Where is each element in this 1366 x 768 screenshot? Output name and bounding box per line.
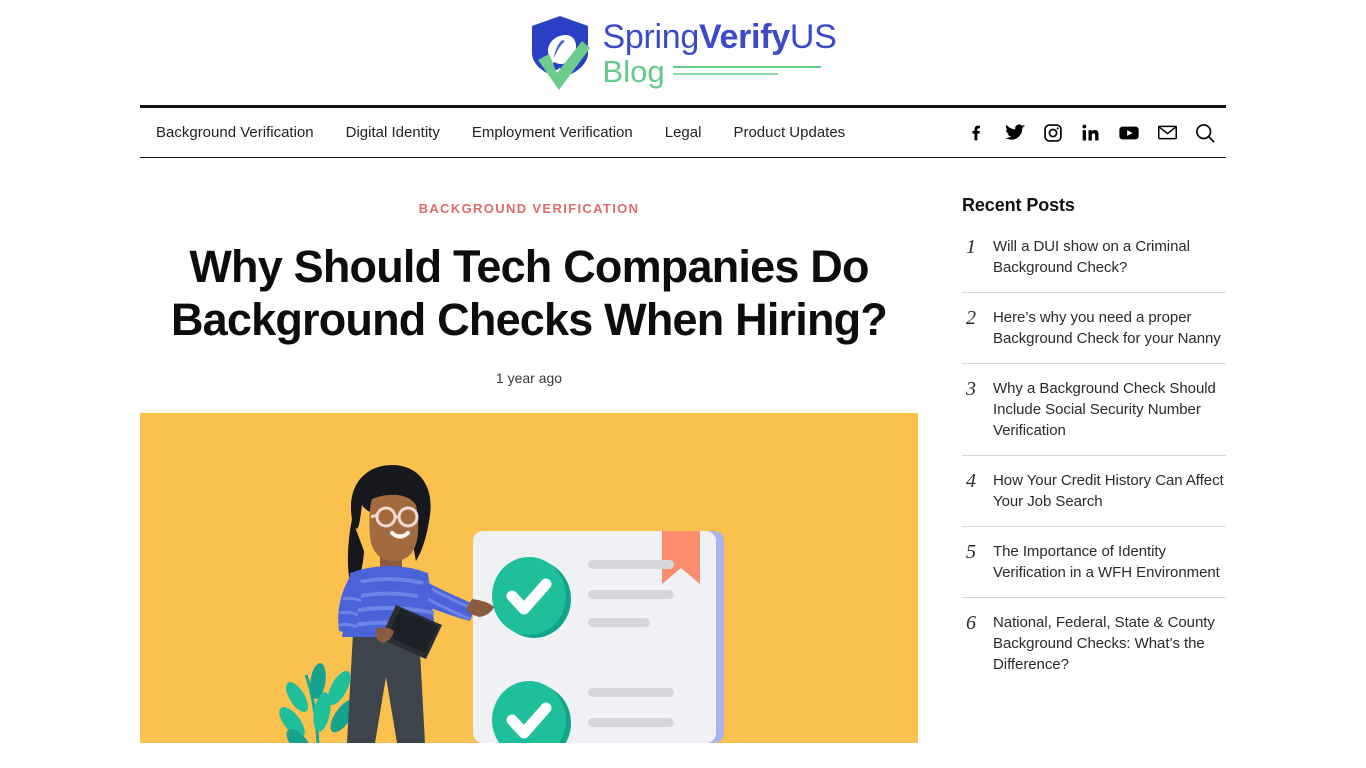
recent-posts-heading: Recent Posts [962,195,1075,215]
post-title-link[interactable]: National, Federal, State & County Backgr… [993,612,1226,675]
post-title-link[interactable]: How Your Credit History Can Affect Your … [993,470,1226,512]
list-item[interactable]: 5 The Importance of Identity Verificatio… [962,527,1226,598]
article-category-label[interactable]: BACKGROUND VERIFICATION [140,201,918,216]
article-hero-illustration [140,413,918,743]
logo-brand-spring: Spring [602,17,700,56]
post-number: 6 [966,612,976,634]
logo-sub-line: Blog [603,56,837,89]
post-title-link[interactable]: The Importance of Identity Verification … [993,541,1226,583]
post-number: 5 [966,541,976,563]
post-number: 3 [966,378,976,400]
search-icon[interactable] [1194,122,1216,144]
page-content: BACKGROUND VERIFICATION Why Should Tech … [140,158,1226,743]
article-column: BACKGROUND VERIFICATION Why Should Tech … [140,158,918,743]
list-item[interactable]: 4 How Your Credit History Can Affect You… [962,456,1226,527]
logo-wordmark: SpringVerifyUS Blog [603,13,837,89]
twitter-icon[interactable] [1004,122,1026,144]
logo-rule-bottom [672,72,778,75]
article-timestamp: 1 year ago [495,370,563,386]
logo-brand-verify: Verify [699,17,790,56]
list-item[interactable]: 3 Why a Background Check Should Include … [962,364,1226,456]
post-number: 4 [966,470,976,492]
logo-brand-line: SpringVerifyUS [602,17,837,56]
blog-page: SpringVerifyUS Blog Background Verificat… [0,0,1366,768]
nav-item-product-updates[interactable]: Product Updates [717,124,861,141]
page-title: Why Should Tech Companies Do Background … [170,241,888,345]
linkedin-icon[interactable] [1080,122,1102,144]
list-item[interactable]: 2 Here’s why you need a proper Backgroun… [962,293,1226,364]
logo-blog-label: Blog [602,54,665,90]
post-number: 2 [966,307,976,329]
nav-link-group: Background Verification Digital Identity… [140,124,861,141]
nav-item-background-verification[interactable]: Background Verification [140,124,330,141]
facebook-icon[interactable] [966,122,988,144]
sidebar: Recent Posts 1 Will a DUI show on a Crim… [962,158,1226,743]
list-item[interactable]: 1 Will a DUI show on a Criminal Backgrou… [962,230,1226,293]
nav-item-legal[interactable]: Legal [649,124,718,141]
nav-icon-group [966,122,1226,144]
post-title-link[interactable]: Here’s why you need a proper Background … [993,307,1226,349]
post-title-link[interactable]: Why a Background Check Should Include So… [993,378,1226,441]
youtube-icon[interactable] [1118,122,1140,144]
post-title-link[interactable]: Will a DUI show on a Criminal Background… [993,236,1226,278]
logo-brand-us: US [789,17,837,56]
logo-rule-top [672,65,821,68]
instagram-icon[interactable] [1042,122,1064,144]
site-logo[interactable]: SpringVerifyUS Blog [526,13,837,93]
list-item[interactable]: 6 National, Federal, State & County Back… [962,598,1226,689]
nav-item-employment-verification[interactable]: Employment Verification [456,124,649,141]
post-number: 1 [966,236,976,258]
main-navigation: Background Verification Digital Identity… [140,105,1226,158]
logo-rule-lines [672,65,821,79]
recent-posts-list: 1 Will a DUI show on a Criminal Backgrou… [962,230,1226,689]
email-icon[interactable] [1156,122,1178,144]
site-header: SpringVerifyUS Blog [0,0,1366,105]
shield-leaf-check-icon [526,13,594,93]
nav-item-digital-identity[interactable]: Digital Identity [330,124,456,141]
